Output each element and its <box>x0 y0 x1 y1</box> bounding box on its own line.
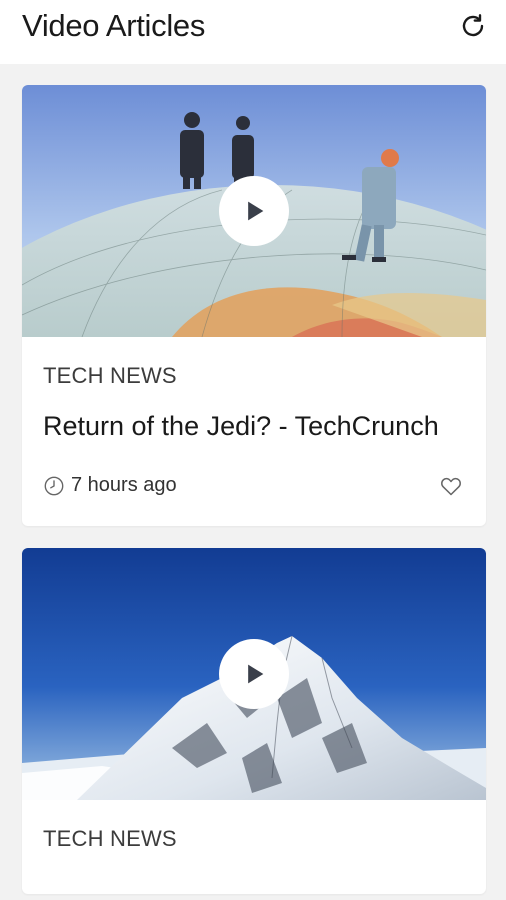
article-category: TECH NEWS <box>43 363 177 388</box>
refresh-button[interactable] <box>456 9 490 43</box>
article-card[interactable]: TECH NEWS <box>22 548 486 894</box>
app-screen: Video Articles TECH NEWS Return of the J… <box>0 0 506 900</box>
top-app-bar: Video Articles <box>0 0 506 64</box>
card-body: TECH NEWS Return of the Jedi? - TechCrun… <box>22 337 486 526</box>
video-thumbnail[interactable] <box>22 548 486 800</box>
play-icon <box>248 201 264 221</box>
article-list: TECH NEWS Return of the Jedi? - TechCrun… <box>22 85 486 900</box>
page-title: Video Articles <box>22 8 206 43</box>
video-thumbnail[interactable] <box>22 85 486 337</box>
refresh-icon <box>462 14 484 37</box>
clock-icon <box>44 476 64 495</box>
time-label: 7 hours ago <box>71 474 177 496</box>
play-icon <box>248 664 264 684</box>
heart-icon <box>441 477 461 496</box>
card-body: TECH NEWS <box>22 800 486 894</box>
article-title[interactable]: Return of the Jedi? - TechCrunch <box>43 407 465 446</box>
play-button[interactable] <box>219 176 289 246</box>
article-card[interactable]: TECH NEWS Return of the Jedi? - TechCrun… <box>22 85 486 526</box>
article-category: TECH NEWS <box>43 826 177 851</box>
like-button[interactable] <box>437 472 465 500</box>
play-button[interactable] <box>219 639 289 709</box>
article-time: 7 hours ago <box>43 474 177 497</box>
article-meta: 7 hours ago <box>43 472 465 502</box>
